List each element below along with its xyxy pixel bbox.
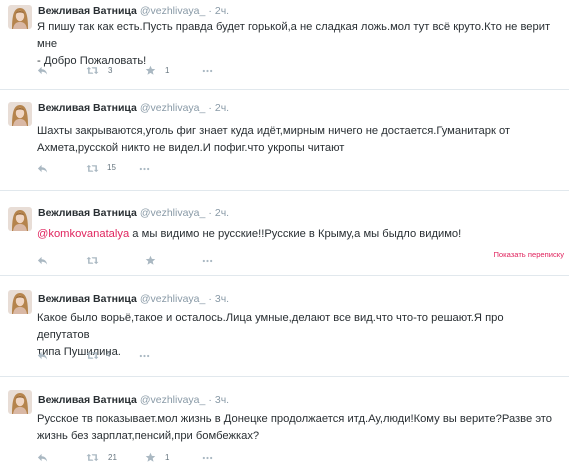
tweet-text-line: типа Пушилина. xyxy=(37,346,121,358)
reply-icon xyxy=(37,163,48,174)
author-fullname[interactable]: Вежливая Ватница xyxy=(38,207,137,219)
retweet-button[interactable] xyxy=(86,255,99,266)
tweet-text: @komkovanatalya а мы видимо не русские!!… xyxy=(37,226,557,243)
tweet-text-line: Шахты закрываются,уголь фиг знает куда и… xyxy=(37,125,511,137)
reply-button[interactable] xyxy=(37,163,48,174)
more-button[interactable] xyxy=(139,354,150,358)
more-icon xyxy=(139,354,150,358)
tweet-text: Какое было ворьё,такое и осталось.Лица у… xyxy=(37,310,557,361)
author-fullname[interactable]: Вежливая Ватница xyxy=(38,102,137,114)
author-screenname[interactable]: @vezhlivaya_ xyxy=(140,293,206,305)
more-button[interactable] xyxy=(202,259,213,263)
like-count: 1 xyxy=(165,66,170,75)
reply-icon xyxy=(37,452,48,463)
author-screenname[interactable]: @vezhlivaya_ xyxy=(140,207,206,219)
retweet-button[interactable]: 21 xyxy=(86,452,117,463)
like-button[interactable] xyxy=(145,255,156,266)
retweet-icon xyxy=(86,255,99,266)
more-icon xyxy=(139,167,150,171)
separator-dot: · xyxy=(208,293,212,305)
tweet-text-line: Ахмета,русской никто не видел.И пофиг.чт… xyxy=(37,142,345,154)
like-button[interactable]: 15 xyxy=(97,163,116,172)
separator-dot: · xyxy=(208,394,212,406)
reply-icon xyxy=(37,350,48,361)
avatar[interactable] xyxy=(8,390,32,414)
tweet-text-line: - Добро Пожаловать! xyxy=(37,55,147,67)
retweet-count: 3 xyxy=(108,66,113,75)
author-fullname[interactable]: Вежливая Ватница xyxy=(38,293,137,305)
reply-button[interactable] xyxy=(37,255,48,266)
author-screenname[interactable]: @vezhlivaya_ xyxy=(140,102,206,114)
tweet-text-line: а мы видимо не русские!!Русские в Крыму,… xyxy=(129,228,462,240)
tweet-text: Я пишу так как есть.Пусть правда будет г… xyxy=(37,19,557,70)
tweet-text: Шахты закрываются,уголь фиг знает куда и… xyxy=(37,123,557,157)
retweet-icon xyxy=(86,65,99,76)
retweet-count: 21 xyxy=(108,453,117,462)
tweet-item[interactable]: Вежливая Ватница @vezhlivaya_ · 3ч. Какое б… xyxy=(0,285,569,377)
like-count: 15 xyxy=(107,163,116,172)
like-count: 4 xyxy=(106,350,111,359)
avatar[interactable] xyxy=(8,5,32,29)
tweet-timestamp[interactable]: 2ч. xyxy=(215,102,229,114)
tweet-text-line: жизнь без зарплат,пенсий,при бомбежках? xyxy=(37,430,260,442)
tweet-header: Вежливая Ватница @vezhlivaya_ · 2ч. xyxy=(38,101,229,115)
like-button[interactable]: 1 xyxy=(145,452,169,463)
author-screenname[interactable]: @vezhlivaya_ xyxy=(140,394,206,406)
tweet-text: Русское тв показывает.мол жизнь в Донецк… xyxy=(37,411,557,445)
like-icon xyxy=(145,255,156,266)
tweet-text-line: Русское тв показывает.мол жизнь в Донецк… xyxy=(37,413,553,425)
reply-icon xyxy=(37,65,48,76)
reply-button[interactable] xyxy=(37,65,48,76)
like-icon xyxy=(145,65,156,76)
tweet-header: Вежливая Ватница @vezhlivaya_ · 3ч. xyxy=(38,393,229,407)
author-fullname[interactable]: Вежливая Ватница xyxy=(38,394,137,406)
reply-icon xyxy=(37,255,48,266)
retweet-icon xyxy=(86,452,99,463)
tweet-text-line: Какое было ворьё,такое и осталось.Лица у… xyxy=(37,312,504,341)
tweet-timestamp[interactable]: 3ч. xyxy=(215,293,229,305)
tweet-timestamp[interactable]: 2ч. xyxy=(215,207,229,219)
avatar[interactable] xyxy=(8,102,32,126)
tweet-header: Вежливая Ватница @vezhlivaya_ · 3ч. xyxy=(38,292,229,306)
more-icon xyxy=(202,69,213,73)
tweet-timestamp[interactable]: 2ч. xyxy=(215,5,229,17)
tweet-item[interactable]: Вежливая Ватница @vezhlivaya_ · 2ч. Шахты з… xyxy=(0,97,569,191)
like-button[interactable]: 1 xyxy=(145,65,169,76)
reply-button[interactable] xyxy=(37,350,48,361)
retweet-button[interactable]: 3 xyxy=(86,65,112,76)
author-screenname[interactable]: @vezhlivaya_ xyxy=(140,5,206,17)
tweet-item[interactable]: Вежливая Ватница @vezhlivaya_ · 2ч. @komkov… xyxy=(0,199,569,276)
more-button[interactable] xyxy=(139,167,150,171)
reply-button[interactable] xyxy=(37,452,48,463)
separator-dot: · xyxy=(208,207,212,219)
more-icon xyxy=(202,259,213,263)
like-button[interactable]: 4 xyxy=(96,350,110,359)
more-button[interactable] xyxy=(202,69,213,73)
tweet-header: Вежливая Ватница @vezhlivaya_ · 2ч. xyxy=(38,4,229,18)
avatar[interactable] xyxy=(8,207,32,231)
separator-dot: · xyxy=(208,5,212,17)
tweet-item[interactable]: Вежливая Ватница @vezhlivaya_ · 2ч. Я пишу … xyxy=(0,0,569,90)
mention-link[interactable]: @komkovanatalya xyxy=(37,228,129,240)
tweet-item[interactable]: Вежливая Ватница @vezhlivaya_ · 3ч. Русское… xyxy=(0,385,569,475)
tweet-timeline: Вежливая Ватница @vezhlivaya_ · 2ч. Я пишу … xyxy=(0,0,569,475)
more-button[interactable] xyxy=(202,456,213,460)
more-icon xyxy=(202,456,213,460)
tweet-header: Вежливая Ватница @vezhlivaya_ · 2ч. xyxy=(38,206,229,220)
separator-dot: · xyxy=(208,102,212,114)
like-count: 1 xyxy=(165,453,170,462)
tweet-text-line: Я пишу так как есть.Пусть правда будет г… xyxy=(37,21,551,50)
tweet-timestamp[interactable]: 3ч. xyxy=(215,394,229,406)
avatar[interactable] xyxy=(8,290,32,314)
author-fullname[interactable]: Вежливая Ватница xyxy=(38,5,137,17)
show-conversation-link[interactable]: Показать переписку xyxy=(493,250,564,259)
like-icon xyxy=(145,452,156,463)
